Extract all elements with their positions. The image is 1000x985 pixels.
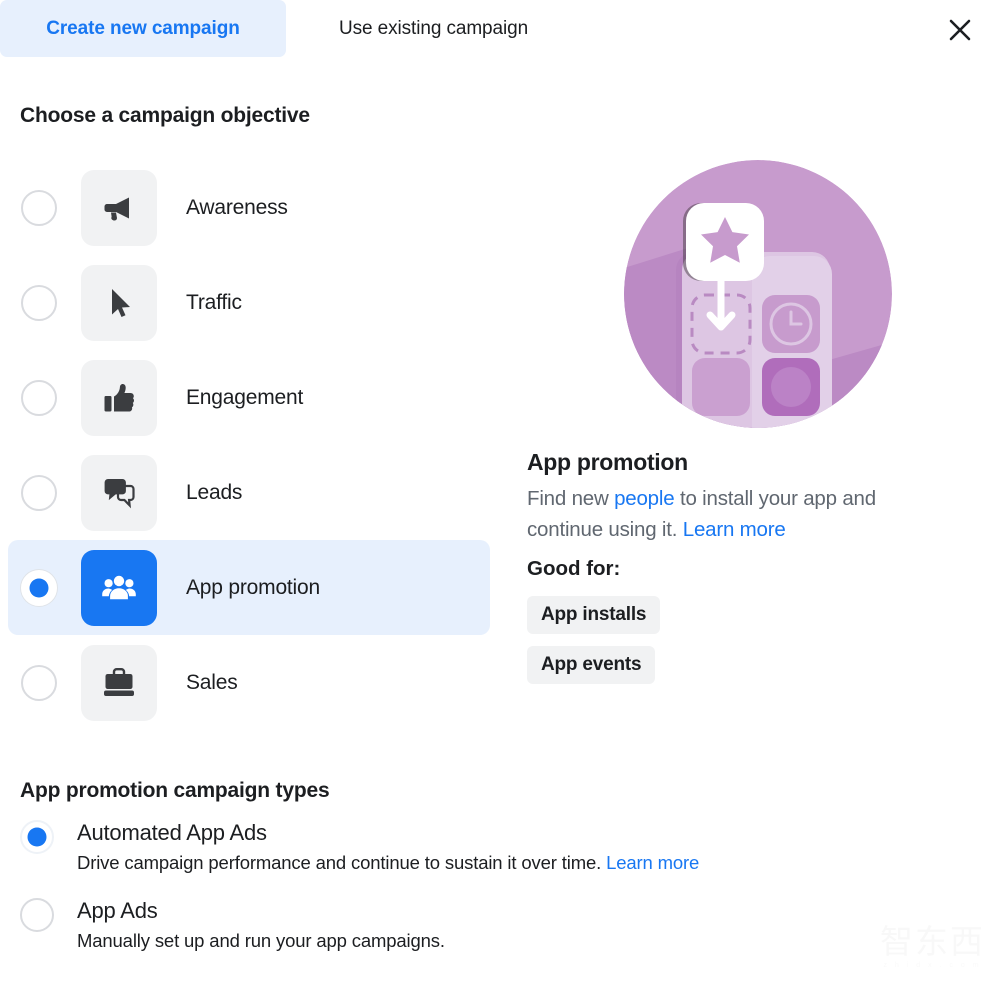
radio-automated-app-ads[interactable]	[20, 820, 54, 854]
app-install-illustration	[624, 160, 892, 428]
objective-label: Engagement	[186, 385, 304, 409]
radio-leads[interactable]	[21, 474, 57, 511]
radio-awareness[interactable]	[21, 189, 57, 226]
chip-app-events: App events	[527, 646, 656, 684]
campaign-type-row-automated-app-ads[interactable]: Automated App Ads Drive campaign perform…	[20, 818, 840, 874]
tab-use-existing-campaign[interactable]: Use existing campaign	[311, 0, 556, 57]
briefcase-icon	[81, 644, 157, 721]
objective-row-awareness[interactable]: Awareness	[8, 160, 490, 255]
thumbs-up-icon	[81, 359, 157, 436]
close-button[interactable]	[942, 12, 978, 48]
cursor-icon	[81, 264, 157, 341]
chat-bubbles-icon	[81, 454, 157, 531]
tab-create-new-campaign[interactable]: Create new campaign	[0, 0, 286, 57]
objective-label: Sales	[186, 670, 238, 694]
radio-app-promotion[interactable]	[21, 569, 57, 606]
campaign-objective-dialog: Create new campaign Use existing campaig…	[0, 0, 1000, 985]
close-icon	[947, 17, 973, 43]
detail-description: Find new people to install your app and …	[527, 483, 952, 545]
objective-label: Traffic	[186, 290, 242, 314]
learn-more-link[interactable]: Learn more	[683, 518, 786, 541]
campaign-type-description: Manually set up and run your app campaig…	[77, 930, 445, 952]
good-for-chip-list: App installs App events	[527, 596, 972, 696]
radio-engagement[interactable]	[21, 379, 57, 416]
watermark-chinese: 智东西	[880, 922, 985, 961]
chip-app-installs: App installs	[527, 596, 661, 634]
campaign-type-title: Automated App Ads	[77, 820, 267, 845]
objective-detail-panel: App promotion Find new people to install…	[527, 160, 972, 696]
objective-row-traffic[interactable]: Traffic	[8, 255, 490, 350]
objective-label: Awareness	[186, 195, 288, 219]
detail-desc-part1: Find new	[527, 487, 615, 510]
objective-row-engagement[interactable]: Engagement	[8, 350, 490, 445]
radio-sales[interactable]	[21, 664, 57, 701]
detail-title: App promotion	[527, 449, 688, 475]
objective-option-list: Awareness Traffic Engagement Leads App p…	[8, 160, 490, 730]
campaign-types-title: App promotion campaign types	[20, 779, 330, 802]
people-group-icon	[81, 549, 157, 626]
objective-row-sales[interactable]: Sales	[8, 635, 490, 730]
objective-row-app-promotion[interactable]: App promotion	[8, 540, 490, 635]
tab-bar: Create new campaign Use existing campaig…	[0, 0, 1000, 58]
people-link[interactable]: people	[614, 487, 675, 510]
campaign-type-title: App Ads	[77, 898, 158, 923]
learn-more-link-automated[interactable]: Learn more	[606, 852, 699, 873]
megaphone-icon	[81, 169, 157, 246]
campaign-type-description: Drive campaign performance and continue …	[77, 852, 699, 874]
radio-traffic[interactable]	[21, 284, 57, 321]
campaign-type-row-app-ads[interactable]: App Ads Manually set up and run your app…	[20, 896, 840, 952]
campaign-type-desc-text: Manually set up and run your app campaig…	[77, 930, 445, 951]
campaign-type-list: Automated App Ads Drive campaign perform…	[20, 818, 840, 974]
objective-label: Leads	[186, 480, 243, 504]
objective-section-title: Choose a campaign objective	[20, 104, 310, 127]
objective-row-leads[interactable]: Leads	[8, 445, 490, 540]
watermark-latin: z h i d x . c o m	[883, 962, 982, 969]
objective-label: App promotion	[186, 575, 320, 599]
watermark: 智东西 z h i d x . c o m	[880, 923, 985, 971]
campaign-type-desc-text: Drive campaign performance and continue …	[77, 852, 607, 873]
radio-app-ads[interactable]	[20, 898, 54, 932]
good-for-label: Good for:	[527, 557, 621, 580]
